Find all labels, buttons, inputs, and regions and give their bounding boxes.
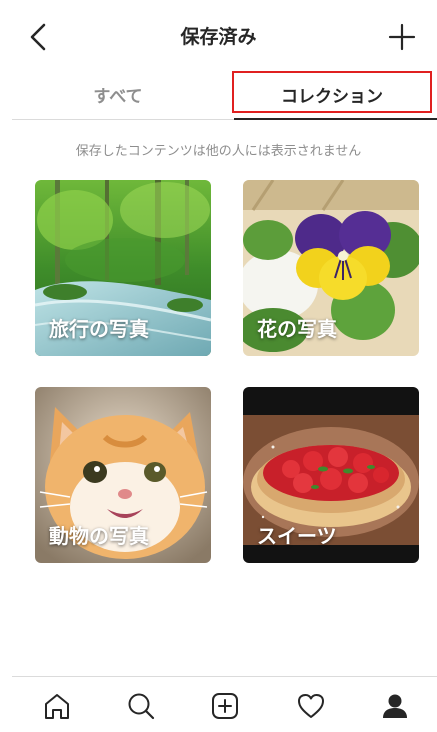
active-tab-indicator <box>234 118 437 120</box>
nav-home-button[interactable] <box>40 689 74 723</box>
saved-tabs: すべて コレクション <box>12 70 437 120</box>
collection-label: 動物の写真 <box>49 524 149 548</box>
heart-icon <box>298 694 324 718</box>
tab-collections[interactable]: コレクション <box>234 70 430 119</box>
nav-activity-button[interactable] <box>294 689 328 723</box>
home-icon <box>45 694 69 719</box>
privacy-notice: 保存したコンテンツは他の人には表示されません <box>75 144 362 159</box>
add-collection-button[interactable] <box>385 20 419 54</box>
tab-all[interactable]: すべて <box>12 70 224 119</box>
collection-card-sweets[interactable]: スイーツ <box>243 387 419 563</box>
bottom-nav <box>12 676 437 732</box>
page-title: 保存済み <box>180 26 257 48</box>
new-post-icon <box>212 693 238 719</box>
nav-profile-button[interactable] <box>378 689 412 723</box>
collection-label: 旅行の写真 <box>49 317 149 341</box>
collection-label: 花の写真 <box>257 317 337 341</box>
profile-icon <box>383 694 407 718</box>
search-icon <box>128 693 155 720</box>
collection-card-travel[interactable]: 旅行の写真 <box>35 180 211 356</box>
nav-search-button[interactable] <box>124 689 158 723</box>
collection-card-animal[interactable]: 動物の写真 <box>35 387 211 563</box>
collection-card-flower[interactable]: 花の写真 <box>243 180 419 356</box>
header: 保存済み <box>0 0 437 70</box>
collection-label: スイーツ <box>257 524 337 548</box>
nav-new-post-button[interactable] <box>208 689 242 723</box>
plus-icon <box>388 23 416 51</box>
